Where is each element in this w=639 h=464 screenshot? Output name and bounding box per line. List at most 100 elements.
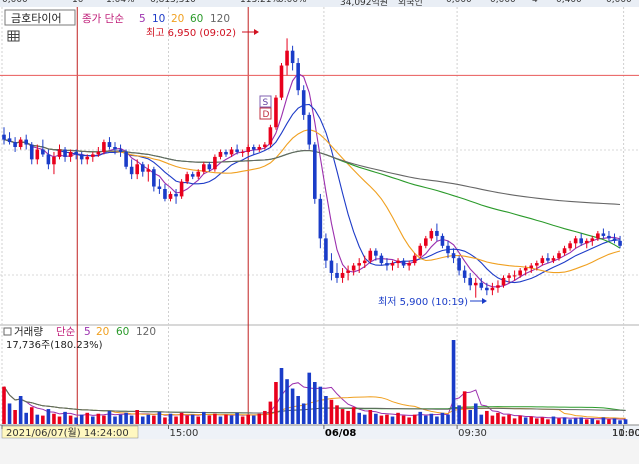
high-annotation: 최고 6,950 (09:02) [146, 27, 236, 39]
volume-bar [351, 407, 356, 424]
candle [296, 58, 300, 96]
volume-bar [79, 414, 84, 424]
volume-bar [124, 412, 128, 424]
volume-bar [174, 416, 178, 424]
volume-bar [202, 411, 206, 424]
volume-bar [102, 415, 106, 424]
volume-bar [385, 414, 389, 424]
volume-bar [135, 410, 139, 424]
signal-marker-d: D [259, 107, 272, 120]
volume-bar [190, 414, 195, 424]
volume-bar [518, 415, 522, 424]
volume-bar [607, 419, 611, 424]
volume-bar [368, 410, 373, 424]
volume-bar [57, 416, 62, 424]
volume-bar [529, 416, 534, 424]
volume-ma-period-20: 20 [96, 326, 109, 338]
volume-ma-period-5: 5 [84, 326, 91, 338]
volume-bar [335, 405, 339, 424]
volume-bar [251, 415, 256, 424]
svg-text:S: S [263, 98, 269, 108]
volume-bar [35, 414, 40, 424]
volume-bar [41, 415, 45, 424]
volume-bar [46, 409, 51, 424]
volume-bar [24, 412, 28, 424]
volume-bar [435, 416, 439, 424]
volume-bar [18, 396, 23, 424]
volume-bar [485, 410, 489, 424]
price-ma-period-10: 10 [152, 13, 165, 25]
volume-bar [584, 419, 589, 424]
volume-bar [618, 420, 622, 424]
volume-bar [179, 412, 184, 424]
volume-bar [501, 416, 506, 424]
price-indicator-label: 종가 단순 [82, 13, 124, 25]
volume-bar [107, 410, 112, 424]
volume-bar [263, 410, 267, 424]
volume-bar [235, 412, 239, 424]
volume-bar [496, 412, 500, 424]
candle [213, 154, 217, 172]
candle [124, 149, 128, 170]
volume-bar [612, 418, 617, 424]
volume-bar [213, 413, 217, 424]
volume-bar [68, 415, 73, 424]
volume-bar [140, 416, 145, 424]
volume-bar [285, 379, 289, 424]
chart-window: 0,000 10 1.04% 6,813,310 113.21% 0.00% 34,092억… [0, 0, 639, 464]
volume-bar [146, 414, 151, 424]
volume-bar [129, 415, 134, 424]
volume-bar [490, 415, 495, 424]
price-ma-period-120: 120 [210, 13, 230, 25]
volume-bar [185, 415, 189, 424]
volume-bar [224, 414, 228, 424]
volume-bar [7, 403, 12, 424]
table-icon[interactable] [7, 30, 20, 42]
x-tick-label: 09:30 [458, 428, 487, 439]
x-tick-label: 06/08 [325, 428, 357, 439]
volume-bar [457, 405, 461, 424]
volume-bar [568, 419, 572, 424]
low-annotation: 최저 5,900 (10:19) [378, 296, 468, 308]
volume-bar [96, 413, 101, 424]
volume-bar [246, 414, 250, 424]
volume-bar [157, 411, 162, 424]
volume-bar [118, 414, 123, 424]
volume-bar [357, 412, 361, 424]
volume-toggle-icon[interactable] [3, 327, 12, 336]
volume-bar [551, 416, 556, 424]
volume-bar [473, 403, 478, 424]
volume-bar [207, 415, 212, 424]
volume-bar [240, 416, 245, 424]
volume-bar [462, 391, 467, 424]
volume-bar [451, 340, 456, 424]
candle [313, 142, 317, 204]
volume-bar [296, 396, 300, 424]
volume-bar [2, 386, 6, 424]
volume-bar [301, 403, 306, 424]
volume-bar [290, 388, 295, 424]
volume-bar [562, 417, 567, 424]
signal-marker-s: S [259, 95, 272, 108]
volume-bar [229, 415, 234, 424]
volume-bar [374, 413, 378, 424]
volume-bar [429, 413, 434, 424]
volume-title: 거래량 [14, 326, 43, 338]
volume-bar [113, 416, 117, 424]
price-ma-period-60: 60 [190, 13, 203, 25]
volume-bar [590, 418, 595, 424]
volume-bar [446, 414, 450, 424]
volume-bar [163, 417, 167, 424]
volume-bar [601, 417, 606, 424]
candle [268, 124, 273, 148]
x-tick-label: 15:00 [170, 428, 199, 439]
volume-indicator-label: 단순 [56, 326, 76, 338]
volume-bar [412, 414, 417, 424]
volume-bar [535, 418, 539, 424]
bottom-strip [0, 439, 639, 464]
volume-bar [468, 410, 472, 424]
volume-bar [390, 416, 395, 424]
volume-bar [279, 368, 284, 424]
volume-bar [346, 410, 350, 424]
volume-bar [274, 382, 278, 424]
